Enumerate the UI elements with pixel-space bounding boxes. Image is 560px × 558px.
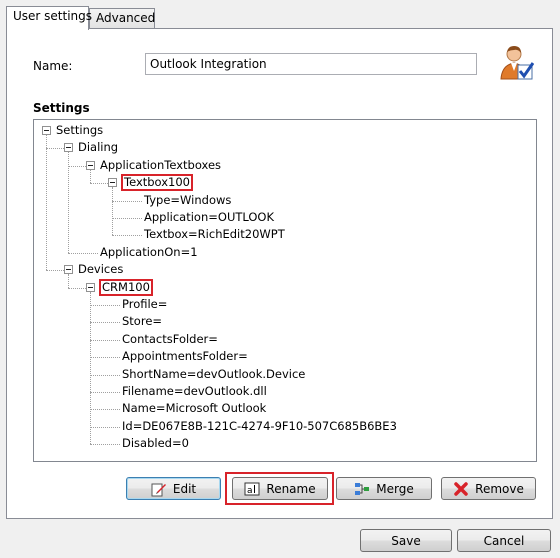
edit-button[interactable]: Edit	[126, 477, 221, 500]
save-button[interactable]: Save	[360, 529, 452, 552]
collapse-toggle-icon[interactable]	[86, 282, 95, 292]
tree-node[interactable]: Store=	[121, 313, 163, 330]
tree-connector-line	[90, 291, 91, 445]
tab-user-settings[interactable]: User settings	[6, 6, 92, 30]
settings-heading: Settings	[33, 101, 90, 115]
tree-node[interactable]: ContactsFolder=	[121, 331, 219, 348]
tree-connector-line	[90, 409, 120, 411]
tree-node[interactable]: Textbox=RichEdit20WPT	[143, 226, 286, 243]
collapse-toggle-icon[interactable]	[64, 265, 73, 275]
tree-connector-line	[68, 274, 69, 288]
edit-button-label: Edit	[172, 481, 197, 496]
tree-node[interactable]: CRM100	[99, 278, 153, 296]
tree-node[interactable]: Settings	[55, 122, 104, 139]
tree-node[interactable]: Application=OUTLOOK	[143, 209, 275, 226]
tree-connector-line	[68, 165, 86, 167]
tree-connector-line	[112, 235, 142, 237]
merge-button[interactable]: Merge	[336, 477, 432, 500]
tree-connector-line	[90, 357, 120, 359]
tree-node[interactable]: Textbox100	[121, 174, 193, 192]
cancel-button[interactable]: Cancel	[457, 529, 551, 552]
tree-connector-line	[46, 148, 64, 150]
name-label: Name:	[33, 59, 73, 73]
tree-connector-line	[90, 322, 120, 324]
collapse-toggle-icon[interactable]	[64, 143, 73, 153]
remove-button-label: Remove	[475, 481, 524, 496]
save-button-label: Save	[391, 533, 421, 548]
tree-connector-line	[46, 270, 64, 272]
tree-node[interactable]: Type=Windows	[143, 192, 232, 209]
tree-connector-line	[46, 135, 47, 271]
tree-connector-line	[68, 287, 86, 289]
tree-connector-line	[90, 444, 120, 446]
tab-advanced[interactable]: Advanced	[89, 8, 155, 28]
tree-connector-line	[90, 305, 120, 306]
tree-connector-line	[90, 339, 120, 341]
tree-node[interactable]: ApplicationOn=1	[99, 244, 199, 261]
cancel-button-label: Cancel	[483, 533, 525, 548]
merge-icon	[355, 482, 370, 495]
tree-connector-line	[112, 200, 142, 202]
collapse-toggle-icon[interactable]	[108, 178, 117, 188]
tree-node[interactable]: Profile=	[121, 296, 168, 313]
remove-icon	[454, 481, 468, 496]
collapse-toggle-icon[interactable]	[42, 126, 51, 135]
tree-node[interactable]: Disabled=0	[121, 435, 190, 452]
tree-node[interactable]: Dialing	[77, 139, 119, 156]
tree-connector-line	[68, 152, 69, 253]
tree-connector-line	[90, 392, 120, 393]
tree-connector-line	[90, 374, 120, 376]
tree-node[interactable]: Devices	[77, 261, 124, 278]
merge-button-label: Merge	[376, 481, 414, 496]
tree-connector-line	[90, 183, 108, 185]
remove-button[interactable]: Remove	[441, 477, 536, 500]
tree-node[interactable]: ShortName=devOutlook.Device	[121, 366, 306, 383]
tree-connector-line	[112, 218, 142, 219]
tree-node[interactable]: Id=DE067E8B-121C-4274-9F10-507C685B6BE3	[121, 418, 398, 435]
rename-highlight-box	[225, 472, 334, 505]
tree-connector-line	[112, 187, 113, 236]
tree-node[interactable]: ApplicationTextboxes	[99, 157, 222, 174]
tree-connector-line	[90, 426, 120, 428]
edit-icon	[151, 483, 166, 496]
user-settings-icon	[500, 46, 534, 80]
tree-connector-line	[68, 252, 98, 254]
name-field[interactable]	[145, 53, 477, 75]
collapse-toggle-icon[interactable]	[86, 160, 95, 170]
tree-connector-line	[90, 169, 91, 184]
user-settings-panel: Name: Settings SettingsDialingApplicatio…	[6, 28, 553, 519]
tree-node[interactable]: Filename=devOutlook.dll	[121, 383, 268, 400]
settings-tree[interactable]: Settings Dialing ApplicationTextboxes Textb…	[33, 119, 537, 462]
tree-node[interactable]: AppointmentsFolder=	[121, 348, 249, 365]
tree-node[interactable]: Name=Microsoft Outlook	[121, 400, 267, 417]
